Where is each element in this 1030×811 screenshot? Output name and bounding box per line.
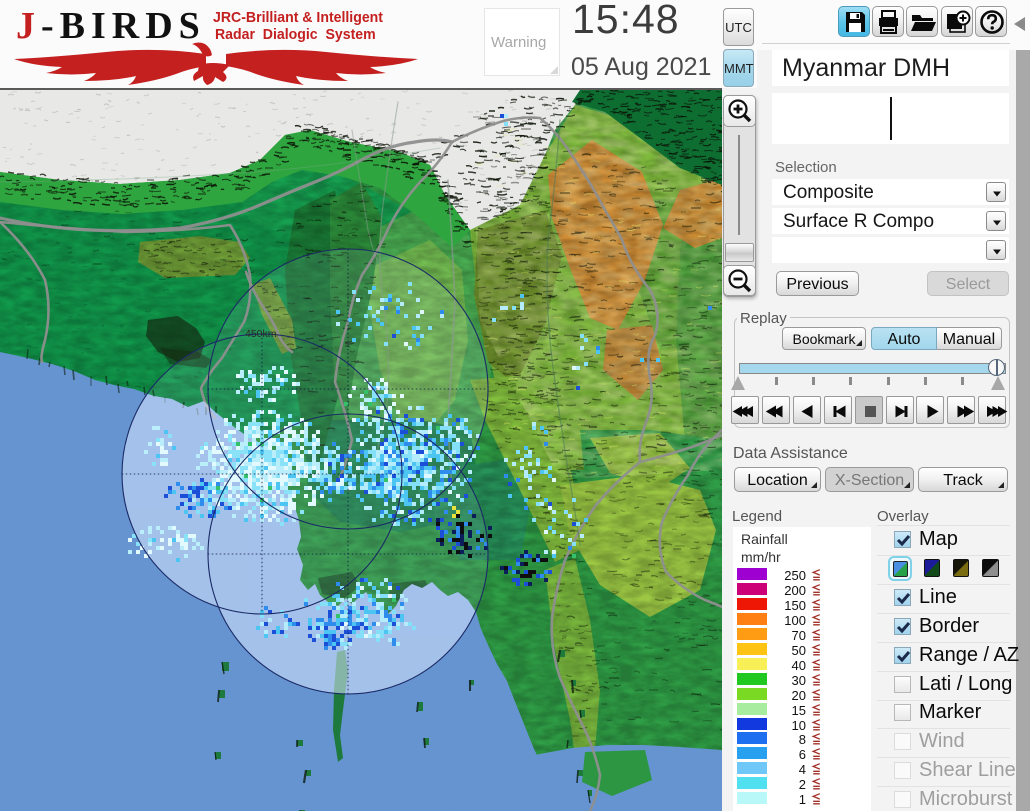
svg-text:450km: 450km	[245, 328, 277, 340]
